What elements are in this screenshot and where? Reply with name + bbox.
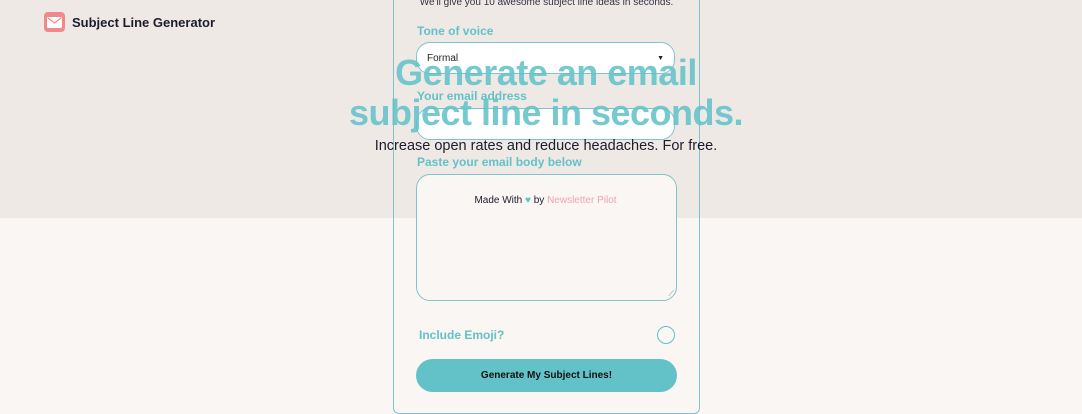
generate-button[interactable]: Generate My Subject Lines! <box>416 359 677 392</box>
heart-icon: ♥ <box>525 195 531 206</box>
hero-title-line-2: subject line in seconds. <box>348 92 744 133</box>
emoji-toggle[interactable] <box>657 326 675 344</box>
newsletter-pilot-link[interactable]: Newsletter Pilot <box>547 195 616 206</box>
body-label: Paste your email body below <box>417 155 582 169</box>
hero-title-line-1: Generate an email <box>395 52 697 93</box>
made-with-text: Made With <box>474 195 523 206</box>
resize-handle-icon[interactable]: ⟋ <box>668 290 674 298</box>
emoji-label: Include Emoji? <box>419 328 505 342</box>
brand-name: Subject Line Generator <box>72 14 216 30</box>
by-text: by <box>533 195 545 206</box>
hero-subtitle: Increase open rates and reduce headaches… <box>374 138 718 154</box>
email-body-textarea[interactable]: ⟋ <box>416 174 677 301</box>
form-intro: We'll give you 10 awesome subject line i… <box>419 0 674 8</box>
hero-title: Generate an email subject line in second… <box>0 53 1082 133</box>
footer-credit: Made With ♥ by Newsletter Pilot <box>393 195 698 206</box>
envelope-icon <box>44 12 65 32</box>
brand[interactable]: Subject Line Generator <box>44 12 215 32</box>
tone-label: Tone of voice <box>417 24 494 38</box>
